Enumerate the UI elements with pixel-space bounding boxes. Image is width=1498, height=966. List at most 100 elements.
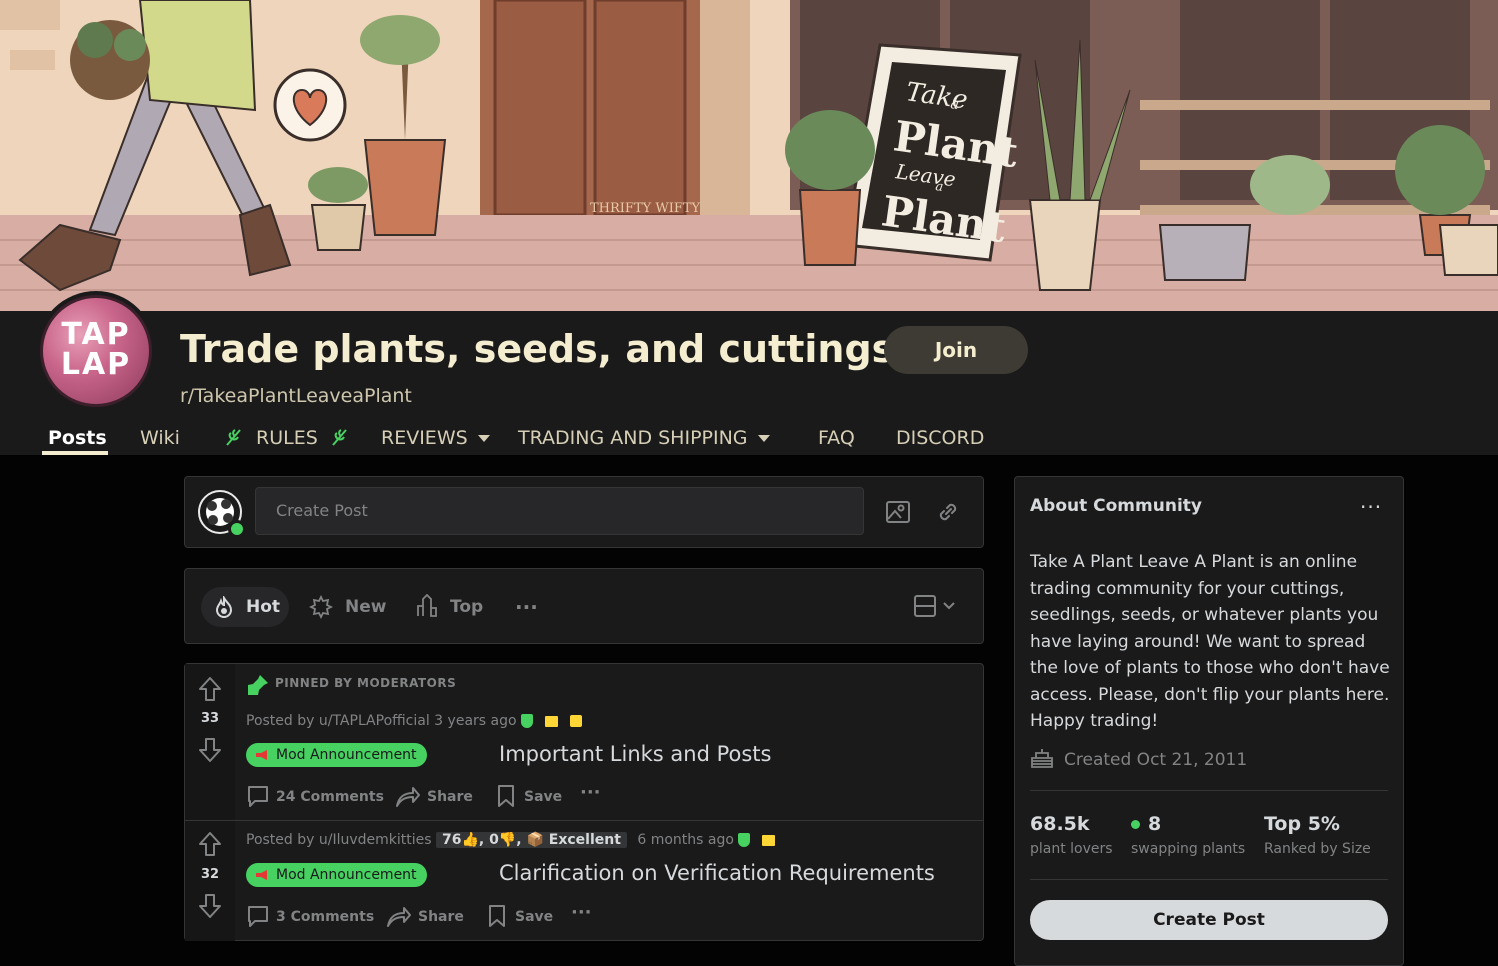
tab-trading-and-shipping[interactable]: TRADING AND SHIPPING: [518, 427, 770, 449]
save-button[interactable]: Save: [496, 784, 562, 808]
sort-top-label: Top: [450, 597, 484, 617]
stat-rank-value: Top 5%: [1264, 813, 1340, 835]
tab-faq[interactable]: FAQ: [818, 427, 855, 449]
bookmark-icon: [489, 905, 505, 927]
online-dot-icon: [1131, 820, 1140, 829]
stat-online-label: swapping plants: [1131, 841, 1246, 857]
save-button[interactable]: Save: [487, 904, 553, 928]
share-button[interactable]: Share: [395, 784, 473, 808]
sort-more-button[interactable]: ···: [515, 587, 545, 627]
tab-reviews[interactable]: REVIEWS: [381, 427, 490, 449]
herb-icon: [226, 429, 241, 446]
sort-new-button[interactable]: New: [309, 587, 389, 627]
archived-icon: [761, 834, 775, 846]
tab-trading-label: TRADING AND SHIPPING: [518, 427, 748, 449]
share-label: Share: [418, 909, 464, 925]
community-avatar[interactable]: TAP LAP: [36, 291, 156, 411]
about-community-widget: About Community ··· Take A Plant Leave A…: [1014, 476, 1404, 966]
community-title: Trade plants, seeds, and cuttings!: [180, 327, 912, 371]
community-nav: Posts Wiki RULES REVIEWS TRADING AND SHI…: [0, 427, 1100, 457]
avatar-text-line-2: LAP: [60, 347, 132, 382]
mod-shield-icon: [737, 833, 750, 847]
post-title[interactable]: Clarification on Verification Requiremen…: [499, 861, 935, 885]
comment-icon: [248, 906, 268, 927]
comments-label: 24 Comments: [276, 789, 384, 805]
post-meta-text: Posted by u/TAPLAPofficial 3 years ago: [246, 713, 517, 729]
comments-label: 3 Comments: [276, 909, 375, 925]
comments-button[interactable]: 24 Comments: [246, 784, 384, 808]
comments-button[interactable]: 3 Comments: [246, 904, 374, 928]
downvote-icon[interactable]: [198, 737, 222, 763]
post-card[interactable]: 32 Posted by u/Iluvdemkitties 76👍, 0👎, 📦…: [185, 821, 983, 941]
post-score: 32: [200, 867, 220, 882]
community-name: r/TakeaPlantLeaveaPlant: [180, 385, 412, 407]
sort-bar: Hot New Top ···: [184, 568, 984, 644]
post-more-button[interactable]: ···: [571, 902, 592, 923]
share-button[interactable]: Share: [386, 904, 464, 928]
post-meta-time: 6 months ago: [637, 832, 734, 848]
chevron-down-icon: [757, 435, 770, 442]
post-flair-label: Mod Announcement: [276, 747, 417, 763]
online-status-dot: [228, 520, 246, 538]
post-meta: Posted by u/TAPLAPofficial 3 years ago: [246, 713, 582, 729]
image-upload-icon[interactable]: [885, 499, 911, 525]
pinned-posts: 33 PINNED BY MODERATORS Posted by u/TAPL…: [184, 663, 984, 941]
post-flair-label: Mod Announcement: [276, 867, 417, 883]
upvote-icon[interactable]: [198, 676, 222, 702]
create-post-input[interactable]: Create Post: [255, 487, 864, 535]
user-avatar[interactable]: [196, 488, 246, 538]
sort-new-label: New: [345, 597, 387, 617]
tab-posts[interactable]: Posts: [48, 427, 107, 449]
post-flair[interactable]: Mod Announcement: [246, 863, 427, 887]
avatar-text: TAP LAP: [43, 320, 149, 380]
created-date-text: Created Oct 21, 2011: [1064, 750, 1248, 770]
about-more-button[interactable]: ···: [1360, 495, 1382, 519]
sort-hot-label: Hot: [246, 597, 281, 617]
share-label: Share: [427, 789, 473, 805]
create-post-button[interactable]: Create Post: [1030, 900, 1388, 940]
save-label: Save: [524, 789, 563, 805]
tab-wiki[interactable]: Wiki: [140, 427, 180, 449]
post-title[interactable]: Important Links and Posts: [499, 742, 771, 766]
cake-icon: [1031, 749, 1053, 768]
sort-top-button[interactable]: Top: [415, 587, 495, 627]
pinned-label: PINNED BY MODERATORS: [275, 676, 457, 690]
stat-members-label: plant lovers: [1030, 841, 1113, 857]
post-card[interactable]: 33 PINNED BY MODERATORS Posted by u/TAPL…: [185, 664, 983, 820]
chevron-down-icon: [477, 435, 490, 442]
upvote-icon[interactable]: [198, 831, 222, 857]
user-flair: 76👍, 0👎, 📦 Excellent: [436, 832, 627, 848]
join-button[interactable]: Join: [884, 326, 1028, 374]
post-flair[interactable]: Mod Announcement: [246, 743, 427, 767]
svg-text:THRIFTY WIFTY: THRIFTY WIFTY: [590, 201, 701, 216]
mod-shield-icon: [520, 714, 533, 728]
tab-discord[interactable]: DISCORD: [896, 427, 984, 449]
link-icon[interactable]: [935, 499, 961, 525]
top-chart-icon: [417, 594, 437, 617]
about-description: Take A Plant Leave A Plant is an online …: [1030, 552, 1390, 731]
created-date: Created Oct 21, 2011: [1030, 747, 1247, 770]
tab-rules[interactable]: RULES: [224, 427, 350, 449]
view-mode-dropdown[interactable]: [913, 593, 963, 621]
avatar-text-line-1: TAP: [61, 317, 131, 352]
stat-online-value: 8: [1148, 813, 1162, 835]
community-banner: Take a Plant Leave a Plant THRIFTY WIFTY: [0, 0, 1498, 311]
save-label: Save: [515, 909, 554, 925]
post-more-button[interactable]: ···: [580, 782, 601, 803]
community-avatar-image: TAP LAP: [40, 295, 152, 407]
post-score: 33: [200, 711, 220, 726]
banner-illustration: Take a Plant Leave a Plant THRIFTY WIFTY: [0, 0, 1498, 311]
card-view-icon: [914, 595, 955, 617]
new-sparkle-icon: [309, 595, 333, 619]
megaphone-icon: [256, 750, 267, 760]
pin-icon: [248, 675, 268, 695]
sort-hot-button[interactable]: Hot: [201, 587, 289, 627]
stat-members-value: 68.5k: [1030, 813, 1090, 835]
lock-icon: [569, 715, 582, 727]
post-meta-author: Posted by u/Iluvdemkitties: [246, 832, 432, 848]
about-divider: [1030, 790, 1388, 791]
megaphone-icon: [256, 870, 267, 880]
downvote-icon[interactable]: [198, 893, 222, 919]
tab-rules-label: RULES: [256, 427, 318, 449]
about-title: About Community: [1030, 496, 1202, 516]
